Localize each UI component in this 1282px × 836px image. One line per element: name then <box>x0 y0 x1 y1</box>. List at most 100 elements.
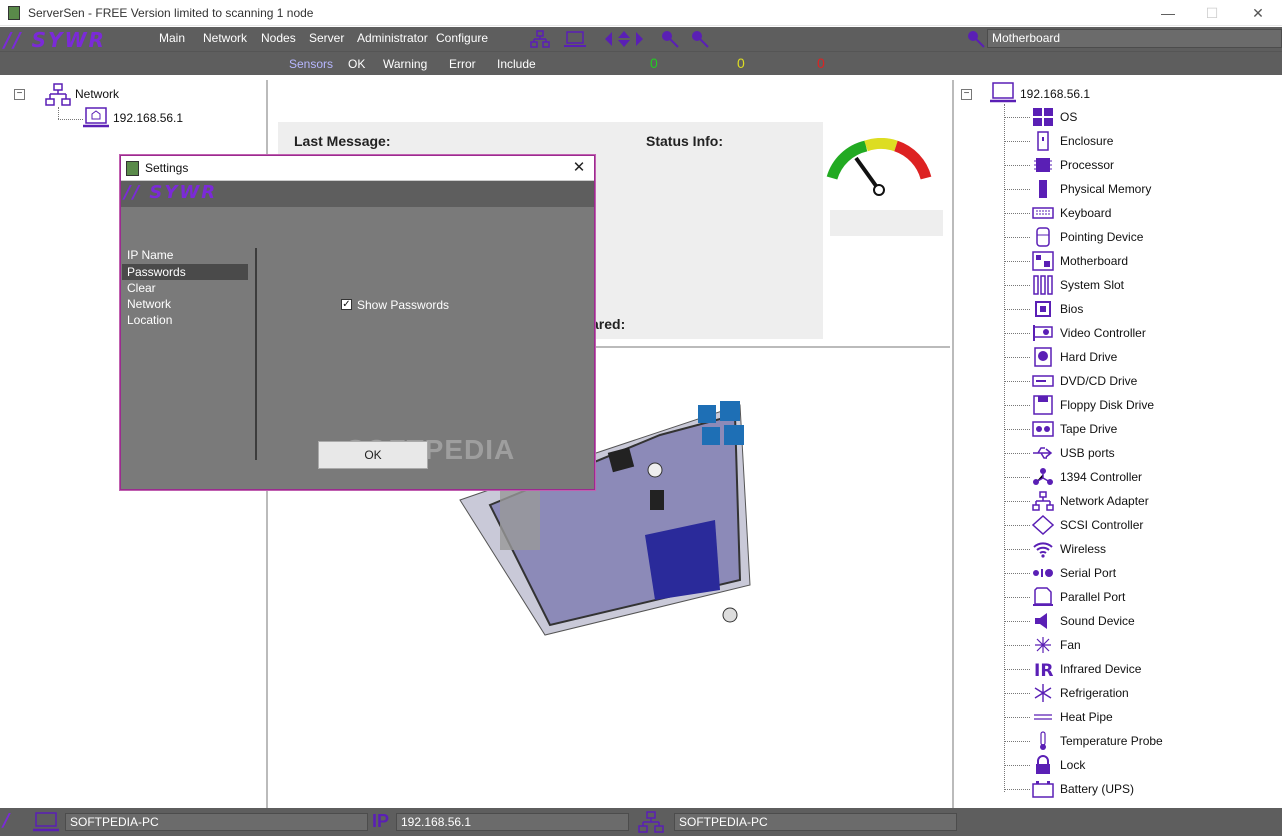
hardware-item[interactable]: Temperature Probe <box>1032 730 1163 752</box>
video-icon <box>1032 323 1054 343</box>
menu-main[interactable]: Main <box>159 31 185 45</box>
main-menu-bar: // SYWR Main Network Nodes Server Admini… <box>0 27 1282 52</box>
network-topology-icon[interactable] <box>530 30 550 48</box>
hardware-item-label: OS <box>1060 110 1078 124</box>
hardware-item[interactable]: Enclosure <box>1032 130 1113 152</box>
dialog-close-icon[interactable]: ✕ <box>566 158 592 178</box>
dialog-menu-clear[interactable]: Clear <box>127 280 247 296</box>
hardware-item[interactable]: Network Adapter <box>1032 490 1149 512</box>
dialog-logo: // SYWR <box>124 182 218 203</box>
hardware-item[interactable]: Refrigeration <box>1032 682 1129 704</box>
dialog-menu-passwords[interactable]: Passwords <box>122 264 248 280</box>
hardware-item[interactable]: Pointing Device <box>1032 226 1143 248</box>
hardware-item[interactable]: SCSI Controller <box>1032 514 1143 536</box>
hardware-item[interactable]: Battery (UPS) <box>1032 778 1134 800</box>
dialog-app-icon <box>126 161 139 176</box>
collapse-node-toggle[interactable]: − <box>961 89 972 100</box>
hardware-item-label: Sound Device <box>1060 614 1135 628</box>
hardware-item-label: Wireless <box>1060 542 1107 556</box>
collapse-network-toggle[interactable]: − <box>14 89 25 100</box>
hardware-item[interactable]: System Slot <box>1032 274 1124 296</box>
tree-root-network[interactable]: Network <box>75 87 119 101</box>
filter-warning[interactable]: Warning <box>383 57 427 71</box>
hardware-item[interactable]: IR Infrared Device <box>1032 658 1141 680</box>
hardware-item[interactable]: Heat Pipe <box>1032 706 1113 728</box>
computer-icon <box>33 812 59 832</box>
hardware-item[interactable]: Parallel Port <box>1032 586 1125 608</box>
hardware-tree-root[interactable]: 192.168.56.1 <box>1020 87 1090 101</box>
app-icon <box>8 6 20 20</box>
maximize-icon[interactable]: ☐ <box>1192 3 1232 23</box>
hardware-item[interactable]: Floppy Disk Drive <box>1032 394 1154 416</box>
show-passwords-checkbox[interactable]: ✓ <box>341 299 352 310</box>
status-logo-icon: / <box>3 810 12 831</box>
close-icon[interactable]: ✕ <box>1238 3 1278 23</box>
node-laptop-icon <box>990 82 1016 103</box>
hardware-item[interactable]: Hard Drive <box>1032 346 1117 368</box>
floppy-icon <box>1032 395 1054 415</box>
hardware-item-label: Refrigeration <box>1060 686 1129 700</box>
hardware-item[interactable]: DVD/CD Drive <box>1032 370 1137 392</box>
hardware-item[interactable]: OS <box>1032 106 1077 128</box>
dialog-menu-network[interactable]: Network <box>127 296 247 312</box>
enclosure-icon <box>1032 131 1054 151</box>
filter-error[interactable]: Error <box>449 57 476 71</box>
hardware-item[interactable]: 1394 Controller <box>1032 466 1142 488</box>
menu-configure[interactable]: Configure <box>436 31 488 45</box>
ok-count: 0 <box>650 55 658 71</box>
tree-node-ip[interactable]: 192.168.56.1 <box>113 111 183 125</box>
dialog-menu-ip-name[interactable]: IP Name <box>127 247 247 263</box>
dialog-menu-location[interactable]: Location <box>127 312 247 328</box>
firewire-icon <box>1032 467 1054 487</box>
status-gauge-icon <box>826 138 932 196</box>
pin-in-icon[interactable] <box>660 30 680 48</box>
hardware-item-label: USB ports <box>1060 446 1115 460</box>
hardware-item[interactable]: Keyboard <box>1032 202 1111 224</box>
hardware-item-label: Parallel Port <box>1060 590 1126 604</box>
hardware-item[interactable]: Video Controller <box>1032 322 1146 344</box>
menu-server[interactable]: Server <box>309 31 344 45</box>
hardware-tree-panel: − 192.168.56.1 OS Enclosure Processor Physi… <box>952 80 1282 808</box>
ip-field: 192.168.56.1 <box>396 813 629 831</box>
node-search-field[interactable]: Motherboard <box>987 29 1282 48</box>
menu-nodes[interactable]: Nodes <box>261 31 296 45</box>
computer-name-field: SOFTPEDIA-PC <box>65 813 368 831</box>
filter-sensors[interactable]: Sensors <box>289 57 333 71</box>
pin-out-icon[interactable] <box>690 30 710 48</box>
hardware-item[interactable]: Physical Memory <box>1032 178 1151 200</box>
window-title: ServerSen - FREE Version limited to scan… <box>28 6 314 20</box>
hardware-item[interactable]: Sound Device <box>1032 610 1135 632</box>
hardware-item[interactable]: Serial Port <box>1032 562 1116 584</box>
hardware-item[interactable]: Processor <box>1032 154 1114 176</box>
hardware-item-label: Tape Drive <box>1060 422 1118 436</box>
hardware-item-label: DVD/CD Drive <box>1060 374 1138 388</box>
hardware-item[interactable]: Motherboard <box>1032 250 1128 272</box>
hardware-item-label: Fan <box>1060 638 1081 652</box>
menu-network[interactable]: Network <box>203 31 247 45</box>
minimize-icon[interactable]: — <box>1148 3 1188 23</box>
show-passwords-label[interactable]: Show Passwords <box>357 298 449 312</box>
gauge-value-box <box>830 210 943 236</box>
hardware-item-label: Temperature Probe <box>1060 734 1163 748</box>
laptop-icon[interactable] <box>563 30 587 48</box>
hardware-item[interactable]: Bios <box>1032 298 1083 320</box>
motherboard-icon <box>1032 251 1054 271</box>
dialog-banner: // SYWR <box>121 181 594 207</box>
filter-include[interactable]: Include <box>497 57 536 71</box>
hardware-item[interactable]: Fan <box>1032 634 1081 656</box>
ok-button[interactable]: OK <box>318 441 428 469</box>
status-bar: / SOFTPEDIA-PC IP 192.168.56.1 SOFTPEDIA… <box>0 808 1282 836</box>
hardware-item-label: Keyboard <box>1060 206 1112 220</box>
hardware-item[interactable]: Lock <box>1032 754 1085 776</box>
hardware-item-label: Pointing Device <box>1060 230 1144 244</box>
hardware-item[interactable]: Wireless <box>1032 538 1106 560</box>
parallel-icon <box>1032 587 1054 607</box>
hardware-item[interactable]: Tape Drive <box>1032 418 1117 440</box>
filter-ok[interactable]: OK <box>348 57 365 71</box>
navigate-arrows-icon[interactable] <box>604 30 644 48</box>
dialog-logo-text: SYWR <box>149 182 218 203</box>
hardware-item-label: Physical Memory <box>1060 182 1152 196</box>
processor-icon <box>1032 155 1054 175</box>
hardware-item[interactable]: USB ports <box>1032 442 1115 464</box>
menu-administrator[interactable]: Administrator <box>357 31 428 45</box>
